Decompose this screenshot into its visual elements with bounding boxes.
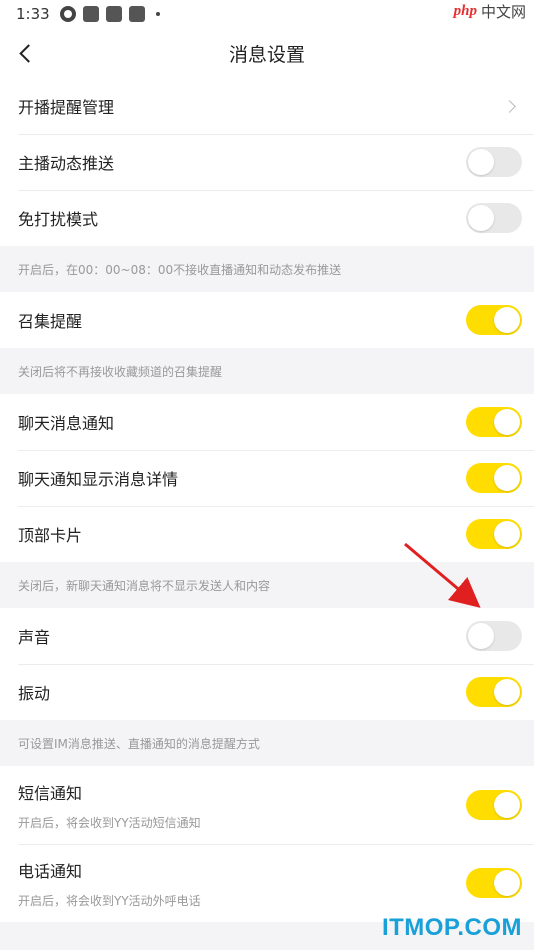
app-notification-icon bbox=[59, 6, 76, 22]
settings-row-texts: 聊天通知显示消息详情 bbox=[18, 466, 178, 490]
settings-row-label: 聊天消息通知 bbox=[18, 414, 115, 433]
notification-icon bbox=[105, 6, 122, 22]
settings-group: 短信通知开启后，将会收到YY活动短信通知电话通知开启后，将会收到YY活动外呼电话 bbox=[0, 766, 534, 922]
toggle-switch[interactable] bbox=[466, 463, 522, 493]
settings-row: 召集提醒 bbox=[0, 292, 534, 348]
settings-row: 电话通知开启后，将会收到YY活动外呼电话 bbox=[0, 844, 534, 922]
watermark-brand: php bbox=[453, 2, 477, 19]
back-button[interactable] bbox=[10, 38, 40, 68]
more-notifications-dot-icon bbox=[155, 12, 160, 16]
header-bar: 消息设置 bbox=[0, 28, 534, 78]
settings-row: 声音 bbox=[0, 608, 534, 664]
toggle-switch[interactable] bbox=[466, 790, 522, 820]
settings-row-label: 召集提醒 bbox=[18, 312, 83, 331]
settings-row: 主播动态推送 bbox=[0, 134, 534, 190]
section-note: 可设置IM消息推送、直播通知的消息提醒方式 bbox=[18, 736, 260, 751]
watermark-text: 中文网 bbox=[480, 2, 526, 21]
settings-row: 短信通知开启后，将会收到YY活动短信通知 bbox=[0, 766, 534, 844]
settings-row-label: 电话通知 bbox=[18, 861, 83, 881]
settings-row-label: 聊天通知显示消息详情 bbox=[18, 470, 179, 489]
settings-row-texts: 开播提醒管理 bbox=[18, 94, 114, 118]
settings-row-label: 开播提醒管理 bbox=[18, 98, 115, 117]
toggle-switch[interactable] bbox=[466, 868, 522, 898]
chevron-right-icon bbox=[503, 99, 516, 113]
settings-row-description: 开启后，将会收到YY活动短信通知 bbox=[18, 815, 201, 830]
toggle-switch[interactable] bbox=[466, 305, 522, 335]
settings-row-label: 振动 bbox=[18, 684, 51, 703]
chevron-left-icon bbox=[18, 43, 38, 63]
settings-row-description: 开启后，将会收到YY活动外呼电话 bbox=[18, 893, 201, 908]
section-note: 开启后，在00：00~08：00不接收直播通知和动态发布推送 bbox=[18, 262, 342, 277]
settings-row-texts: 免打扰模式 bbox=[18, 206, 98, 230]
watermark-bottom: ITMOP.COM bbox=[381, 914, 522, 941]
toggle-knob bbox=[494, 465, 520, 491]
toggle-knob bbox=[494, 679, 520, 705]
settings-row-label: 顶部卡片 bbox=[18, 526, 83, 545]
toggle-knob bbox=[494, 409, 520, 435]
notification-icon bbox=[82, 6, 99, 22]
toggle-switch[interactable] bbox=[466, 203, 522, 233]
page-title: 消息设置 bbox=[228, 43, 305, 66]
settings-row-texts: 召集提醒 bbox=[18, 308, 82, 332]
notification-icon bbox=[128, 6, 145, 22]
toggle-knob bbox=[494, 870, 520, 896]
settings-group: 开播提醒管理 主播动态推送 免打扰模式 bbox=[0, 78, 534, 246]
toggle-knob bbox=[468, 205, 494, 231]
settings-row: 聊天消息通知 bbox=[0, 394, 534, 450]
settings-row-texts: 顶部卡片 bbox=[18, 522, 82, 546]
settings-row: 免打扰模式 bbox=[0, 190, 534, 246]
settings-row-texts: 短信通知开启后，将会收到YY活动短信通知 bbox=[18, 780, 201, 831]
settings-row-label: 短信通知 bbox=[18, 783, 83, 803]
settings-row[interactable]: 开播提醒管理 bbox=[0, 78, 534, 134]
toggle-knob bbox=[494, 521, 520, 547]
settings-row-texts: 主播动态推送 bbox=[18, 150, 114, 174]
status-time: 1:33 bbox=[16, 5, 50, 23]
toggle-switch[interactable] bbox=[466, 621, 522, 651]
toggle-switch[interactable] bbox=[466, 677, 522, 707]
settings-group: 聊天消息通知聊天通知显示消息详情 顶部卡片 bbox=[0, 394, 534, 562]
settings-row: 振动 bbox=[0, 664, 534, 720]
settings-row-label: 主播动态推送 bbox=[18, 154, 115, 173]
settings-row-label: 免打扰模式 bbox=[18, 210, 99, 229]
toggle-knob bbox=[494, 307, 520, 333]
settings-row-texts: 振动 bbox=[18, 680, 50, 704]
settings-row: 聊天通知显示消息详情 bbox=[0, 450, 534, 506]
annotation-arrow bbox=[404, 542, 481, 608]
settings-row-texts: 电话通知开启后，将会收到YY活动外呼电话 bbox=[18, 858, 201, 909]
toggle-switch[interactable] bbox=[466, 407, 522, 437]
toggle-knob bbox=[468, 149, 494, 175]
toggle-knob bbox=[468, 623, 494, 649]
settings-group: 声音 振动 bbox=[0, 608, 534, 720]
settings-row-label: 声音 bbox=[18, 628, 51, 647]
toggle-switch[interactable] bbox=[466, 147, 522, 177]
settings-list: 开播提醒管理 主播动态推送 免打扰模式开启后，在00：00~08：00不接收直播通知… bbox=[0, 78, 534, 922]
settings-group: 召集提醒 bbox=[0, 292, 534, 348]
section-note: 关闭后将不再接收收藏频道的召集提醒 bbox=[18, 364, 223, 379]
status-bar: 1:33 php 中文网 bbox=[0, 0, 534, 28]
settings-row-texts: 聊天消息通知 bbox=[18, 410, 114, 434]
watermark-top: php 中文网 bbox=[454, 0, 526, 22]
toggle-knob bbox=[494, 792, 520, 818]
settings-row-texts: 声音 bbox=[18, 624, 50, 648]
